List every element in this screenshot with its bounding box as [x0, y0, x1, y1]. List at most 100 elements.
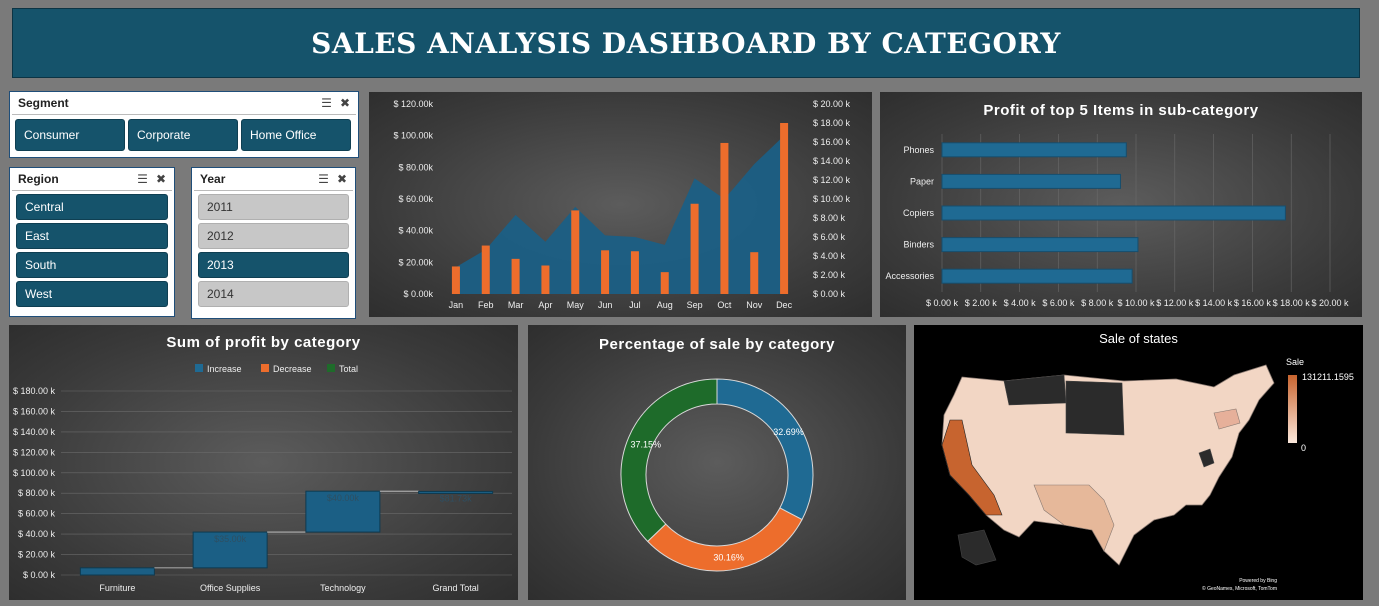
bar-mark	[630, 251, 639, 294]
x-axis-tick: $ 0.00 k	[926, 298, 959, 308]
bar-mark	[941, 205, 1286, 221]
region-slicer-items: Central East South West	[10, 191, 174, 310]
region-slicer-item[interactable]: South	[16, 252, 168, 278]
y-axis-tick: $ 140.00 k	[13, 427, 56, 437]
x-axis-tick: $ 2.00 k	[965, 298, 998, 308]
x-axis-tick: Jan	[449, 300, 464, 310]
segment-slicer-item[interactable]: Corporate	[128, 119, 238, 151]
state-alaska	[957, 529, 997, 566]
left-axis-tick: $ 120.00k	[393, 99, 433, 109]
clear-filter-icon[interactable]: ✖	[337, 172, 347, 186]
waterfall-chart: $ 0.00 k $ 20.00 k $ 40.00 k $ 60.00 k $ 80.…	[13, 364, 512, 593]
right-axis-tick: $ 16.00 k	[813, 137, 851, 147]
bar-mark	[941, 173, 1121, 189]
map-credit-bing: Powered by Bing	[1239, 578, 1277, 584]
x-axis-tick: Nov	[746, 300, 763, 310]
top5-chart-panel: Profit of top 5 Items in sub-category $ …	[880, 92, 1362, 317]
x-axis-tick: Jul	[629, 300, 641, 310]
year-slicer: Year ☰ ✖ 2011 2012 2013 2014	[191, 167, 356, 319]
clear-filter-icon[interactable]: ✖	[340, 96, 350, 110]
year-slicer-item[interactable]: 2014	[198, 281, 349, 307]
x-axis-tick: Sep	[687, 300, 703, 310]
y-axis-tick: $ 80.00 k	[18, 488, 56, 498]
region-slicer-item[interactable]: West	[16, 281, 168, 307]
clear-filter-icon[interactable]: ✖	[156, 172, 166, 186]
segment-slicer-header: Segment ☰ ✖	[12, 92, 356, 115]
bar-mark	[720, 142, 729, 294]
x-axis-tick: $ 4.00 k	[1004, 298, 1037, 308]
segment-slicer-item[interactable]: Consumer	[15, 119, 125, 151]
donut-slice	[716, 378, 814, 521]
year-slicer-title: Year	[200, 172, 226, 186]
x-axis-tick: Aug	[657, 300, 673, 310]
y-axis-tick: Phones	[903, 145, 934, 155]
multi-select-icon[interactable]: ☰	[318, 172, 329, 186]
monthly-sales-chart-panel: $ 0.00k $ 20.00k $ 40.00k $ 60.00k $ 80.00k $…	[369, 92, 872, 317]
state-dakotas	[1065, 380, 1125, 436]
bar-mark	[690, 203, 699, 294]
y-axis-tick: $ 120.00 k	[13, 447, 56, 457]
map-legend-max: 131211.1595	[1302, 372, 1354, 382]
right-axis-tick: $ 6.00 k	[813, 232, 846, 242]
region-slicer-title: Region	[18, 172, 59, 186]
y-axis-tick: $ 100.00 k	[13, 468, 56, 478]
right-axis-tick: $ 4.00 k	[813, 251, 846, 261]
donut-chart: 32.69% 30.16% 37.15%	[620, 378, 814, 572]
region-slicer: Region ☰ ✖ Central East South West	[9, 167, 175, 317]
segment-slicer-items: Consumer Corporate Home Office	[10, 115, 358, 155]
bar-mark	[941, 268, 1133, 284]
bar-mark	[780, 123, 789, 294]
slice-label: 37.15%	[630, 440, 661, 450]
x-axis-tick: $ 12.00 k	[1156, 298, 1194, 308]
x-axis-tick: Oct	[717, 300, 732, 310]
top5-chart-title: Profit of top 5 Items in sub-category	[983, 102, 1259, 119]
left-axis-tick: $ 20.00k	[398, 257, 433, 267]
data-label: $40.00k	[327, 493, 360, 503]
bar-mark	[541, 265, 550, 294]
x-axis-tick: Technology	[320, 583, 366, 593]
year-slicer-item[interactable]: 2012	[198, 223, 349, 249]
bar-mark	[750, 252, 759, 294]
left-axis-tick: $ 80.00k	[398, 162, 433, 172]
multi-select-icon[interactable]: ☰	[321, 96, 332, 110]
x-axis-tick: $ 6.00 k	[1042, 298, 1075, 308]
region-slicer-item[interactable]: Central	[16, 194, 168, 220]
multi-select-icon[interactable]: ☰	[137, 172, 148, 186]
waterfall-chart-panel: Sum of profit by category $ 0.00 k $ 20.0…	[9, 325, 518, 600]
left-axis-tick: $ 0.00k	[403, 289, 433, 299]
us-states-shapes	[941, 364, 1275, 566]
x-axis-tick: $ 16.00 k	[1234, 298, 1272, 308]
x-axis-tick: Apr	[538, 300, 552, 310]
x-axis-tick: Mar	[508, 300, 524, 310]
y-axis-tick: Paper	[910, 176, 934, 186]
bar-mark	[601, 250, 610, 294]
map-legend-gradient	[1288, 375, 1297, 443]
dashboard-title-bar: SALES ANALYSIS DASHBOARD BY CATEGORY	[12, 8, 1360, 78]
bar-mark	[941, 237, 1139, 253]
year-slicer-item[interactable]: 2013	[198, 252, 349, 278]
year-slicer-items: 2011 2012 2013 2014	[192, 191, 355, 310]
region-slicer-item[interactable]: East	[16, 223, 168, 249]
donut-chart-panel: Percentage of sale by category 32.69% 30.…	[528, 325, 906, 600]
map-title: Sale of states	[1099, 331, 1178, 346]
x-axis-tick: $ 10.00 k	[1117, 298, 1155, 308]
x-axis-tick: $ 8.00 k	[1081, 298, 1114, 308]
x-axis-tick: Grand Total	[432, 583, 478, 593]
donut-slice	[620, 378, 718, 543]
right-axis-tick: $ 0.00 k	[813, 289, 846, 299]
legend-label: Increase	[207, 364, 242, 374]
map-legend-min: 0	[1301, 443, 1307, 453]
y-axis-tick: $ 0.00 k	[23, 570, 56, 580]
segment-slicer-item[interactable]: Home Office	[241, 119, 351, 151]
legend-swatch	[327, 364, 335, 372]
top5-chart: $ 0.00 k $ 2.00 k $ 4.00 k $ 6.00 k $ 8.00 k…	[885, 134, 1349, 308]
x-axis-tick: Jun	[598, 300, 613, 310]
x-axis-tick: $ 20.00 k	[1311, 298, 1349, 308]
state-montana	[1003, 374, 1067, 406]
segment-slicer: Segment ☰ ✖ Consumer Corporate Home Office	[9, 91, 359, 158]
right-axis-tick: $ 20.00 k	[813, 99, 851, 109]
year-slicer-item[interactable]: 2011	[198, 194, 349, 220]
legend-label: Decrease	[273, 364, 312, 374]
x-axis-tick: Feb	[478, 300, 494, 310]
left-axis-tick: $ 40.00k	[398, 226, 433, 236]
